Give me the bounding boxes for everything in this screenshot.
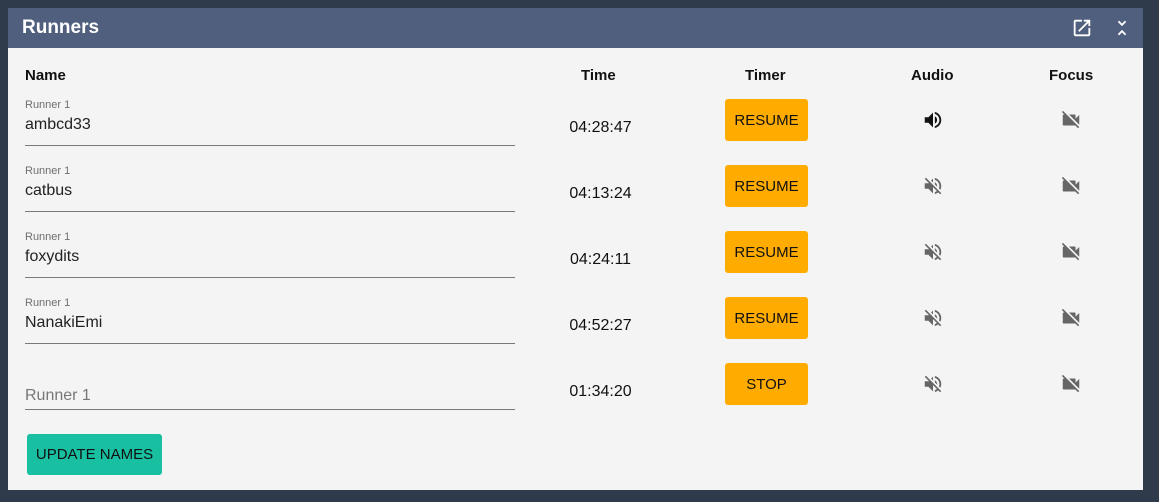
stop-button[interactable]: STOP	[725, 363, 808, 405]
runner-name-label: Runner 1	[25, 165, 71, 177]
runner-row: Runner 1 04:52:27 RESUME	[8, 297, 1143, 363]
column-header-name: Name	[25, 67, 66, 84]
panel-header: Runners	[8, 8, 1143, 48]
volume-up-icon[interactable]	[922, 109, 944, 131]
videocam-off-icon[interactable]	[1060, 307, 1082, 329]
runner-row: 01:34:20 STOP	[8, 363, 1143, 429]
videocam-off-icon[interactable]	[1060, 241, 1082, 263]
runner-name-label: Runner 1	[25, 297, 71, 309]
videocam-off-icon[interactable]	[1060, 373, 1082, 395]
runner-time: 01:34:20	[569, 383, 632, 400]
runner-name-field[interactable]	[25, 363, 515, 410]
runner-name-field[interactable]: Runner 1	[25, 297, 515, 344]
collapse-icon[interactable]	[1111, 17, 1133, 39]
column-header-time: Time	[581, 67, 616, 84]
runner-time: 04:52:27	[569, 317, 632, 334]
runner-name-input[interactable]	[25, 311, 515, 335]
volume-off-icon[interactable]	[922, 241, 944, 263]
runner-name-field[interactable]: Runner 1	[25, 99, 515, 146]
volume-off-icon[interactable]	[922, 175, 944, 197]
resume-button[interactable]: RESUME	[725, 99, 808, 141]
runner-name-label: Runner 1	[25, 231, 71, 243]
runner-time: 04:24:11	[569, 251, 632, 268]
resume-button[interactable]: RESUME	[725, 231, 808, 273]
runner-name-field[interactable]: Runner 1	[25, 165, 515, 212]
resume-button[interactable]: RESUME	[725, 297, 808, 339]
runner-row: Runner 1 04:24:11 RESUME	[8, 231, 1143, 297]
runner-time: 04:13:24	[569, 185, 632, 202]
runner-name-label: Runner 1	[25, 99, 71, 111]
column-header-timer: Timer	[745, 67, 786, 84]
volume-off-icon[interactable]	[922, 373, 944, 395]
runner-name-input[interactable]	[25, 179, 515, 203]
videocam-off-icon[interactable]	[1060, 109, 1082, 131]
column-header-audio: Audio	[911, 67, 954, 84]
runner-row: Runner 1 04:28:47 RESUME	[8, 99, 1143, 165]
runner-name-input[interactable]	[25, 113, 515, 137]
open-in-new-icon[interactable]	[1071, 17, 1093, 39]
column-header-focus: Focus	[1049, 67, 1094, 84]
runner-row: Runner 1 04:13:24 RESUME	[8, 165, 1143, 231]
runner-time: 04:28:47	[569, 119, 632, 136]
videocam-off-icon[interactable]	[1060, 175, 1082, 197]
resume-button[interactable]: RESUME	[725, 165, 808, 207]
runner-name-input[interactable]	[25, 245, 515, 269]
update-names-button[interactable]: UPDATE NAMES	[27, 434, 162, 475]
runners-panel: Runners Name Time Timer Audio Focus Runn…	[8, 8, 1143, 490]
runner-name-field[interactable]: Runner 1	[25, 231, 515, 278]
volume-off-icon[interactable]	[922, 307, 944, 329]
panel-title: Runners	[22, 17, 100, 38]
runner-name-input[interactable]	[25, 384, 515, 408]
